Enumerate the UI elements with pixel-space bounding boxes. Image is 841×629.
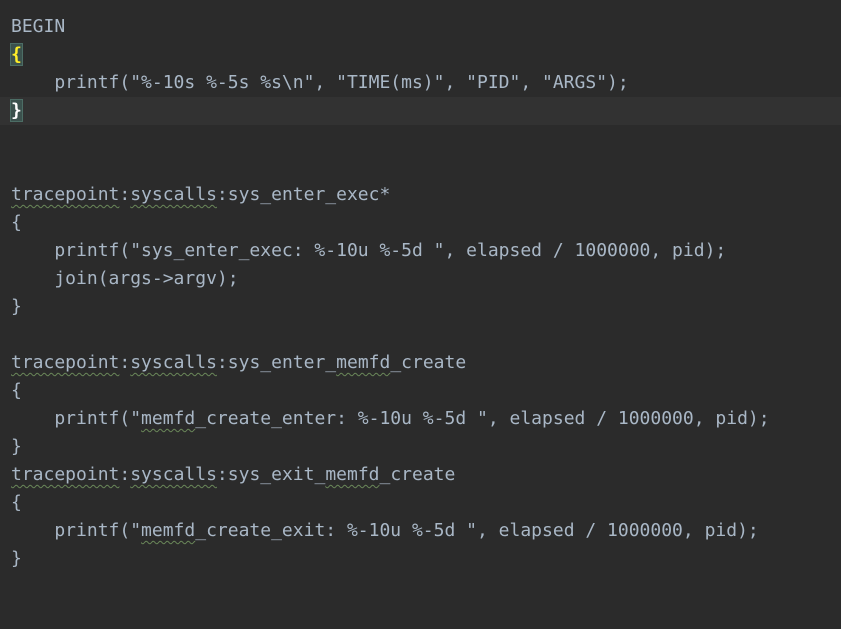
probe-type: tracepoint: [11, 464, 120, 485]
code-line-20[interactable]: }: [0, 545, 841, 573]
code-line-11[interactable]: }: [0, 293, 841, 321]
probe-separator: :: [119, 464, 131, 485]
probe-category: syscalls: [130, 184, 217, 205]
code-line-2[interactable]: {: [0, 41, 841, 69]
code-part: printf(": [11, 408, 142, 429]
probe-definition: tracepoint:syscalls:sys_enter_memfd_crea…: [11, 349, 466, 377]
code-line-19[interactable]: printf("memfd_create_exit: %-10u %-5d ",…: [0, 517, 841, 545]
code-text: {: [11, 492, 22, 513]
probe-separator: :: [216, 464, 228, 485]
code-text: join(args->argv);: [11, 268, 239, 289]
matched-open-brace: {: [10, 43, 23, 66]
code-text: BEGIN: [11, 16, 66, 37]
code-text: printf("memfd_create_enter: %-10u %-5d "…: [11, 405, 770, 433]
probe-category: syscalls: [130, 464, 217, 485]
code-text: }: [11, 548, 22, 569]
probe-name-part: memfd: [336, 352, 391, 373]
code-text: printf("%-10s %-5s %s\n", "TIME(ms)", "P…: [11, 72, 629, 93]
probe-name-part: memfd: [325, 464, 380, 485]
code-part: printf(": [11, 520, 142, 541]
code-text: }: [11, 296, 22, 317]
code-line-14[interactable]: {: [0, 377, 841, 405]
probe-type: tracepoint: [11, 184, 120, 205]
probe-name: sys_enter_exec*: [227, 184, 391, 205]
probe-type: tracepoint: [11, 352, 120, 373]
probe-separator: :: [216, 352, 228, 373]
code-line-10[interactable]: join(args->argv);: [0, 265, 841, 293]
code-line-18[interactable]: {: [0, 489, 841, 517]
code-text: {: [11, 212, 22, 233]
code-line-1[interactable]: BEGIN: [0, 13, 841, 41]
code-line-7[interactable]: tracepoint:syscalls:sys_enter_exec*: [0, 181, 841, 209]
probe-separator: :: [119, 184, 131, 205]
probe-separator: :: [119, 352, 131, 373]
probe-separator: :: [216, 184, 228, 205]
code-text: printf("sys_enter_exec: %-10u %-5d ", el…: [11, 240, 727, 261]
code-text: }: [11, 436, 22, 457]
code-line-3[interactable]: printf("%-10s %-5s %s\n", "TIME(ms)", "P…: [0, 69, 841, 97]
code-editor[interactable]: BEGIN { printf("%-10s %-5s %s\n", "TIME(…: [0, 0, 841, 580]
code-line-8[interactable]: {: [0, 209, 841, 237]
probe-name-part: _create: [390, 352, 467, 373]
code-line-9[interactable]: printf("sys_enter_exec: %-10u %-5d ", el…: [0, 237, 841, 265]
code-line-13[interactable]: tracepoint:syscalls:sys_enter_memfd_crea…: [0, 349, 841, 377]
probe-name-part: _create: [379, 464, 456, 485]
code-line-16[interactable]: }: [0, 433, 841, 461]
probe-name-part: sys_exit_: [227, 464, 326, 485]
code-part: memfd: [141, 520, 196, 541]
code-part: _create_exit: %-10u %-5d ", elapsed / 10…: [195, 520, 759, 541]
probe-definition: tracepoint:syscalls:sys_exit_memfd_creat…: [11, 461, 455, 489]
probe-definition: tracepoint:syscalls:sys_enter_exec*: [11, 181, 390, 209]
probe-name-part: sys_enter_: [227, 352, 337, 373]
code-line-4-current[interactable]: }: [0, 97, 841, 125]
code-part: _create_enter: %-10u %-5d ", elapsed / 1…: [195, 408, 770, 429]
code-line-15[interactable]: printf("memfd_create_enter: %-10u %-5d "…: [0, 405, 841, 433]
code-text: printf("memfd_create_exit: %-10u %-5d ",…: [11, 517, 759, 545]
code-part: memfd: [141, 408, 196, 429]
code-line-17[interactable]: tracepoint:syscalls:sys_exit_memfd_creat…: [0, 461, 841, 489]
matched-close-brace: }: [10, 99, 23, 122]
probe-category: syscalls: [130, 352, 217, 373]
code-text: {: [11, 380, 22, 401]
